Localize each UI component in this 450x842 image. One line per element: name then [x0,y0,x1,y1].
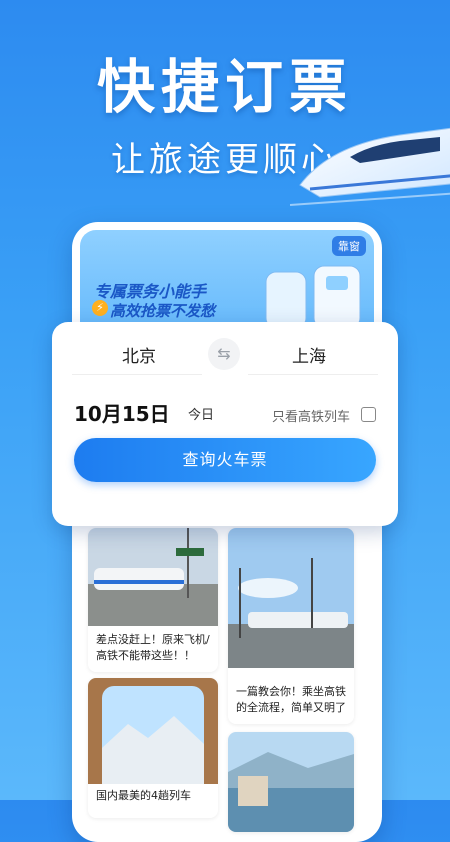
train-photo [88,528,218,626]
departure-city[interactable]: 北京 [122,342,156,367]
bullet-train-illustration [290,127,450,206]
high-speed-only-label: 只看高铁列车 [272,410,351,425]
departure-date[interactable]: 10月15日 [74,398,170,427]
high-speed-only-checkbox[interactable] [361,407,376,422]
station-photo [228,528,354,668]
divider [248,374,378,375]
phone-mockup: 靠窗 专属票务小能手 ⚡ 高效抢票不发愁 差点没赶上！原来飞机/高铁不能带这些！… [72,222,382,842]
search-trains-button[interactable]: 查询火车票 [74,438,376,482]
coastal-town-photo [228,732,354,832]
swap-icon[interactable]: ⇆ [208,338,240,370]
arrival-city[interactable]: 上海 [292,342,326,367]
feed-card-title: 差点没赶上！原来飞机/高铁不能带这些！！ [96,633,210,662]
window-view-photo [88,678,218,784]
feed-card-title: 一篇教会你！乘坐高铁的全流程，简单又明了 [236,685,346,714]
lightning-icon: ⚡ [92,300,108,316]
divider [72,374,202,375]
day-label: 今日 [188,408,215,423]
train-search-card: 北京 ⇆ 上海 10月15日 今日 只看高铁列车 查询火车票 [52,322,398,526]
feed-card[interactable] [228,732,354,832]
feed-card-title: 国内最美的4趟列车 [96,789,191,802]
banner-subtitle: 高效抢票不发愁 [110,302,216,320]
banner-title: 专属票务小能手 [94,282,207,301]
feed-card[interactable]: 一篇教会你！乘坐高铁的全流程，简单又明了 [228,528,354,724]
feed-card[interactable]: 差点没赶上！原来飞机/高铁不能带这些！！ [88,528,218,672]
feed-card[interactable]: 国内最美的4趟列车 [88,678,218,818]
